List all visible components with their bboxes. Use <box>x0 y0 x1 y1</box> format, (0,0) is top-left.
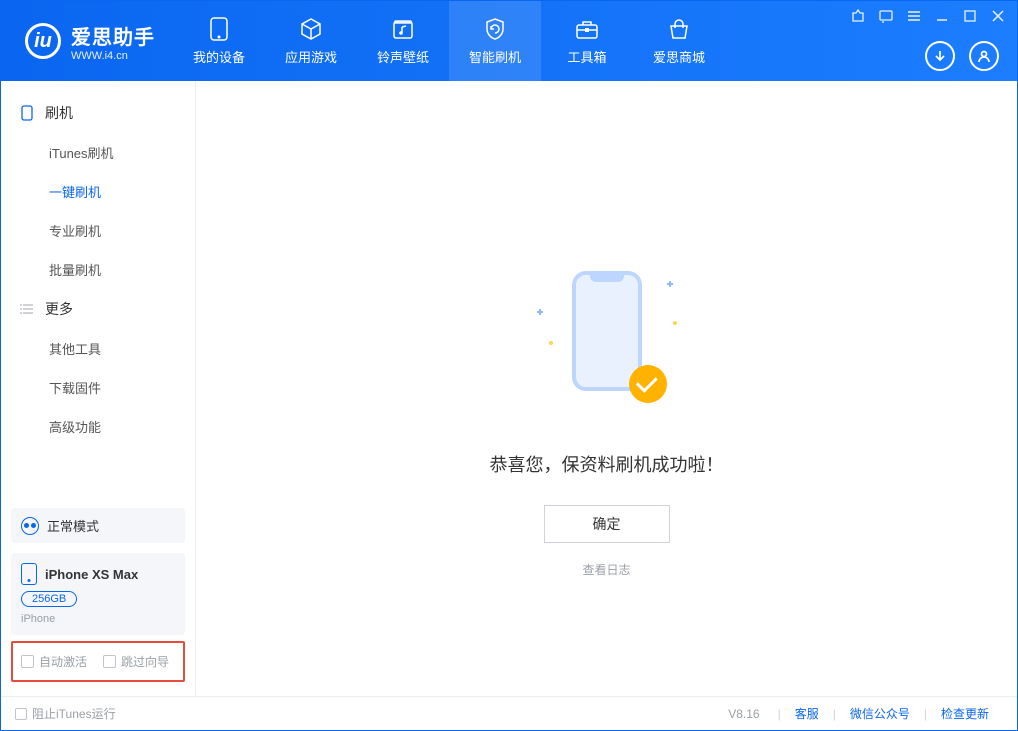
main-nav: 我的设备 应用游戏 铃声壁纸 智能刷机 工具箱 爱思商城 <box>173 1 725 81</box>
main-content: 恭喜您，保资料刷机成功啦！ 确定 查看日志 <box>196 81 1017 696</box>
app-logo: iu 爱思助手 WWW.i4.cn <box>1 1 173 81</box>
sidebar-group-more: 更多 <box>1 289 195 329</box>
cube-icon <box>297 17 325 41</box>
phone-outline-icon <box>19 105 35 121</box>
music-folder-icon <box>389 17 417 41</box>
checkbox-icon <box>103 655 116 668</box>
footer-link-support[interactable]: 客服 <box>781 705 833 722</box>
status-bar: 阻止iTunes运行 V8.16 | 客服 | 微信公众号 | 检查更新 <box>1 696 1017 730</box>
theme-icon[interactable] <box>849 7 867 25</box>
header-action-buttons <box>925 41 999 71</box>
device-capacity-badge: 256GB <box>21 591 77 607</box>
window-controls <box>849 7 1007 25</box>
maximize-icon[interactable] <box>961 7 979 25</box>
device-icon <box>205 17 233 41</box>
store-icon <box>665 17 693 41</box>
ok-button[interactable]: 确定 <box>544 505 670 543</box>
app-name: 爱思助手 <box>71 21 155 50</box>
sidebar: 刷机 iTunes刷机 一键刷机 专业刷机 批量刷机 更多 其他工具 下载固件 … <box>1 81 196 696</box>
refresh-shield-icon <box>481 17 509 41</box>
sidebar-item-advanced[interactable]: 高级功能 <box>1 407 195 446</box>
nav-apps-games[interactable]: 应用游戏 <box>265 1 357 81</box>
checkbox-icon <box>15 708 27 720</box>
logo-icon: iu <box>25 23 61 59</box>
sidebar-item-itunes-flash[interactable]: iTunes刷机 <box>1 133 195 172</box>
checkbox-icon <box>21 655 34 668</box>
checkbox-skip-guide[interactable]: 跳过向导 <box>103 653 169 670</box>
close-icon[interactable] <box>989 7 1007 25</box>
device-type-label: iPhone <box>21 613 175 625</box>
download-icon[interactable] <box>925 41 955 71</box>
minimize-icon[interactable] <box>933 7 951 25</box>
nav-store[interactable]: 爱思商城 <box>633 1 725 81</box>
sidebar-group-flash: 刷机 <box>1 93 195 133</box>
flash-options-box: 自动激活 跳过向导 <box>11 641 185 682</box>
sidebar-item-pro-flash[interactable]: 专业刷机 <box>1 211 195 250</box>
sidebar-item-download-firmware[interactable]: 下载固件 <box>1 368 195 407</box>
menu-icon[interactable] <box>905 7 923 25</box>
sidebar-item-other-tools[interactable]: 其他工具 <box>1 329 195 368</box>
feedback-icon[interactable] <box>877 7 895 25</box>
view-log-link[interactable]: 查看日志 <box>582 561 630 578</box>
app-site: WWW.i4.cn <box>71 50 155 62</box>
success-illustration <box>537 271 677 421</box>
nav-smart-flash[interactable]: 智能刷机 <box>449 1 541 81</box>
nav-toolbox[interactable]: 工具箱 <box>541 1 633 81</box>
checkmark-badge-icon <box>629 365 667 403</box>
device-mode-card[interactable]: 正常模式 <box>11 508 185 543</box>
list-icon <box>19 301 35 317</box>
checkbox-block-itunes[interactable]: 阻止iTunes运行 <box>15 705 116 722</box>
phone-icon <box>21 563 37 585</box>
toolbox-icon <box>573 17 601 41</box>
user-icon[interactable] <box>969 41 999 71</box>
device-info-card[interactable]: iPhone XS Max 256GB iPhone <box>11 553 185 635</box>
success-message: 恭喜您，保资料刷机成功啦！ <box>490 451 724 477</box>
nav-my-device[interactable]: 我的设备 <box>173 1 265 81</box>
app-header: iu 爱思助手 WWW.i4.cn 我的设备 应用游戏 铃声壁纸 智能刷机 工具… <box>1 1 1017 81</box>
footer-link-check-update[interactable]: 检查更新 <box>927 705 1003 722</box>
version-label: V8.16 <box>728 707 759 721</box>
mode-icon <box>21 517 39 535</box>
checkbox-auto-activate[interactable]: 自动激活 <box>21 653 87 670</box>
footer-link-wechat[interactable]: 微信公众号 <box>836 705 924 722</box>
sidebar-item-onekey-flash[interactable]: 一键刷机 <box>1 172 195 211</box>
sidebar-item-batch-flash[interactable]: 批量刷机 <box>1 250 195 289</box>
nav-ringtone-wallpaper[interactable]: 铃声壁纸 <box>357 1 449 81</box>
